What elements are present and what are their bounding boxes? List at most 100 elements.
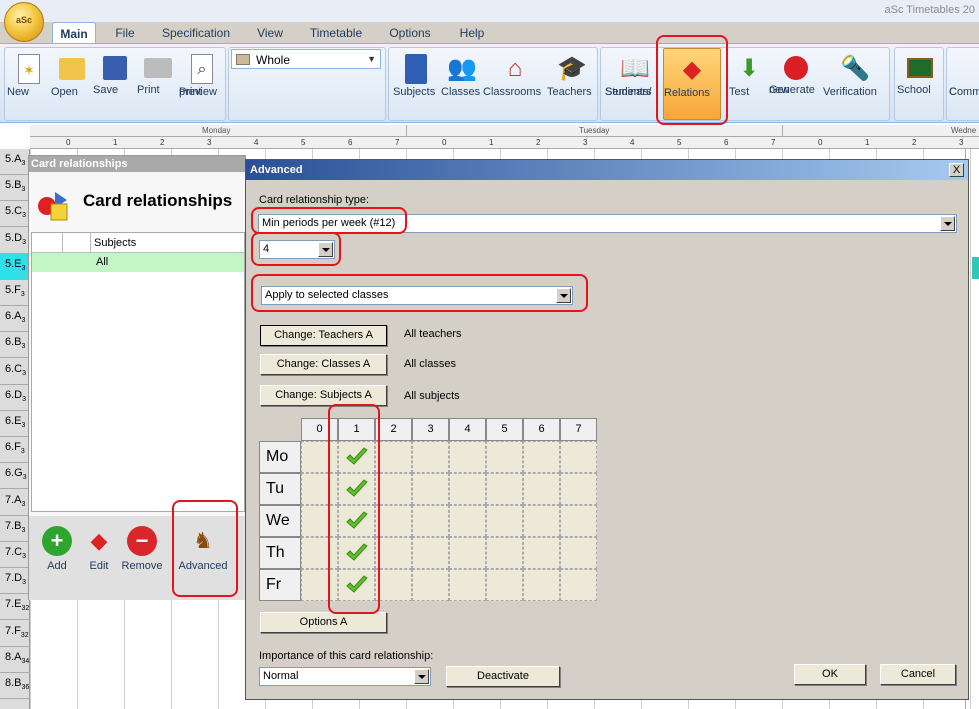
matrix-cell[interactable] — [449, 505, 486, 537]
class-row[interactable]: 6.G3 — [0, 463, 30, 490]
cancel-button[interactable]: Cancel — [880, 664, 956, 685]
relations-button[interactable]: ◆ Relations — [663, 48, 721, 120]
chevron-down-icon[interactable] — [318, 242, 333, 257]
scope-select[interactable]: Whole ▼ — [231, 49, 381, 69]
matrix-cell[interactable] — [449, 537, 486, 569]
tab-file[interactable]: File — [106, 22, 144, 44]
change-teachers-button[interactable]: Change: Teachers A — [260, 325, 387, 346]
class-row[interactable]: 7.B3 — [0, 516, 30, 542]
matrix-cell[interactable] — [338, 505, 375, 537]
relationship-type-select[interactable]: Min periods per week (#12) — [258, 214, 957, 233]
matrix-cell[interactable] — [449, 441, 486, 473]
class-row[interactable]: 5.E3 — [0, 253, 30, 280]
chevron-down-icon[interactable] — [414, 669, 429, 684]
matrix-cell[interactable] — [338, 569, 375, 601]
class-row[interactable]: 6.F3 — [0, 437, 30, 464]
column-subjects[interactable]: Subjects — [94, 237, 136, 249]
chevron-down-icon[interactable] — [940, 216, 955, 231]
class-row[interactable]: 8.B36 — [0, 673, 30, 699]
edit-button[interactable]: ◆ Edit — [79, 522, 119, 572]
open-button[interactable]: Open — [51, 48, 93, 120]
matrix-cell[interactable] — [486, 441, 523, 473]
change-subjects-button[interactable]: Change: Subjects A — [260, 385, 387, 406]
class-row[interactable]: 6.B3 — [0, 332, 30, 359]
matrix-day-header[interactable]: Th — [259, 537, 301, 569]
matrix-cell[interactable] — [523, 505, 560, 537]
matrix-period-header[interactable]: 5 — [486, 418, 523, 441]
matrix-cell[interactable] — [523, 537, 560, 569]
generate-new-button[interactable]: Generate new — [769, 48, 823, 120]
class-row[interactable]: 7.C3 — [0, 542, 30, 568]
matrix-cell[interactable] — [301, 505, 338, 537]
tab-view[interactable]: View — [248, 22, 292, 44]
class-row[interactable]: 7.F32 — [0, 621, 30, 647]
matrix-cell[interactable] — [560, 441, 597, 473]
matrix-cell[interactable] — [560, 473, 597, 505]
matrix-cell[interactable] — [375, 473, 412, 505]
print-button[interactable]: Print — [137, 48, 179, 120]
matrix-day-header[interactable]: Mo — [259, 441, 301, 473]
options-button[interactable]: Options A — [260, 612, 387, 633]
matrix-cell[interactable] — [523, 441, 560, 473]
add-button[interactable]: + Add — [37, 522, 77, 572]
matrix-cell[interactable] — [486, 537, 523, 569]
class-row[interactable]: 7.A3 — [0, 490, 30, 516]
class-row[interactable]: 6.E3 — [0, 411, 30, 437]
class-row[interactable]: 5.B3 — [0, 175, 30, 202]
common-button[interactable]: C Comm — [949, 48, 979, 120]
matrix-cell[interactable] — [375, 537, 412, 569]
matrix-cell[interactable] — [338, 537, 375, 569]
print-preview-button[interactable]: ⌕ Print preview — [179, 48, 225, 120]
tab-specification[interactable]: Specification — [154, 22, 238, 44]
matrix-period-header[interactable]: 7 — [560, 418, 597, 441]
ok-button[interactable]: OK — [794, 664, 866, 685]
tab-help[interactable]: Help — [450, 22, 494, 44]
class-row[interactable]: 5.C3 — [0, 201, 30, 228]
matrix-cell[interactable] — [338, 441, 375, 473]
remove-button[interactable]: − Remove — [119, 522, 165, 572]
chevron-down-icon[interactable] — [556, 288, 571, 303]
matrix-period-header[interactable]: 6 — [523, 418, 560, 441]
verification-button[interactable]: 🔦 Verification — [823, 48, 887, 120]
matrix-cell[interactable] — [486, 569, 523, 601]
apply-scope-select[interactable]: Apply to selected classes — [261, 286, 573, 305]
class-row[interactable]: 6.A3 — [0, 306, 30, 333]
class-row[interactable]: 5.F3 — [0, 280, 30, 306]
deactivate-button[interactable]: Deactivate — [446, 666, 560, 687]
matrix-period-header[interactable]: 2 — [375, 418, 412, 441]
matrix-cell[interactable] — [486, 473, 523, 505]
matrix-period-header[interactable]: 0 — [301, 418, 338, 441]
matrix-cell[interactable] — [523, 473, 560, 505]
matrix-cell[interactable] — [375, 441, 412, 473]
table-row[interactable]: All — [32, 253, 244, 272]
class-row[interactable]: 7.E32 — [0, 594, 30, 621]
test-button[interactable]: ⬇ Test — [729, 48, 769, 120]
matrix-cell[interactable] — [449, 473, 486, 505]
class-row[interactable]: 5.D3 — [0, 228, 30, 254]
classrooms-button[interactable]: ⌂ Classrooms — [483, 48, 547, 120]
app-orb-button[interactable]: aSc — [4, 2, 44, 42]
advanced-button[interactable]: ♞ Advanced — [175, 522, 231, 572]
matrix-cell[interactable] — [412, 473, 449, 505]
school-button[interactable]: School — [897, 48, 943, 120]
matrix-period-header[interactable]: 3 — [412, 418, 449, 441]
matrix-cell[interactable] — [412, 505, 449, 537]
matrix-cell[interactable] — [412, 569, 449, 601]
save-button[interactable]: Save — [93, 48, 137, 120]
count-select[interactable]: 4 — [259, 240, 335, 259]
class-row[interactable]: 8.A34 — [0, 647, 30, 673]
matrix-cell[interactable] — [375, 505, 412, 537]
matrix-cell[interactable] — [375, 569, 412, 601]
matrix-cell[interactable] — [412, 537, 449, 569]
class-row[interactable]: 5.A3 — [0, 149, 30, 175]
close-icon[interactable]: X — [949, 163, 964, 177]
tab-options[interactable]: Options — [380, 22, 440, 44]
matrix-day-header[interactable]: Tu — [259, 473, 301, 505]
matrix-cell[interactable] — [560, 537, 597, 569]
matrix-cell[interactable] — [301, 569, 338, 601]
matrix-cell[interactable] — [560, 505, 597, 537]
teachers-button[interactable]: 🎓 Teachers — [547, 48, 597, 120]
matrix-cell[interactable] — [560, 569, 597, 601]
importance-select[interactable]: Normal — [259, 667, 431, 686]
class-row[interactable]: 6.D3 — [0, 385, 30, 411]
